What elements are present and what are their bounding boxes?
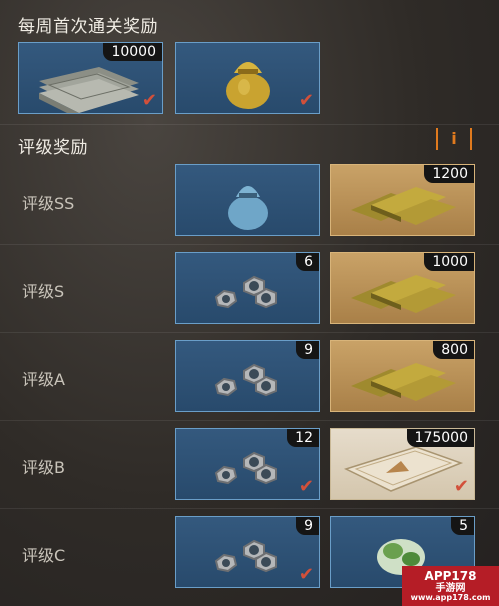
rating-reward-title: 评级奖励 (18, 138, 88, 158)
rating-ss-reward-sack[interactable] (175, 164, 320, 236)
rating-c-nuts-count: 9 (296, 517, 319, 535)
rating-ss-label: 评级SS (22, 194, 75, 213)
claimed-check-icon: ✔ (453, 476, 469, 497)
weekly-reward-cash[interactable]: 10000 ✔ (18, 42, 163, 114)
watermark-line1: APP178 (424, 568, 477, 583)
rating-ss-reward-gold[interactable]: 1200 (330, 164, 475, 236)
rating-b-reward-nuts[interactable]: 12 ✔ (175, 428, 320, 500)
row-divider (0, 508, 499, 509)
rating-a-gold-count: 800 (433, 341, 474, 359)
watermark-line3: www.app178.com (410, 592, 491, 602)
info-button[interactable]: i (436, 128, 472, 150)
rating-a-reward-nuts[interactable]: 9 (175, 340, 320, 412)
rating-a-reward-gold[interactable]: 800 (330, 340, 475, 412)
site-watermark-logo: APP178 手游网 www.app178.com (402, 566, 499, 606)
blue-sack-icon (228, 186, 268, 230)
rating-s-reward-nuts[interactable]: 6 (175, 252, 320, 324)
rating-b-label: 评级B (22, 458, 65, 477)
rating-a-nuts-count: 9 (296, 341, 319, 359)
row-divider (0, 332, 499, 333)
weekly-cash-count: 10000 (103, 43, 162, 61)
rating-b-cert-count: 175000 (406, 429, 474, 447)
claimed-check-icon: ✔ (141, 90, 157, 111)
claimed-check-icon: ✔ (298, 476, 314, 497)
rating-b-reward-certificate[interactable]: 175000 ✔ (330, 428, 475, 500)
rating-b-nuts-count: 12 (287, 429, 319, 447)
rating-s-gold-count: 1000 (424, 253, 474, 271)
claimed-check-icon: ✔ (298, 90, 314, 111)
row-divider (0, 244, 499, 245)
rating-s-nuts-count: 6 (296, 253, 319, 271)
weekly-reward-title: 每周首次通关奖励 (18, 17, 158, 37)
rating-s-reward-gold[interactable]: 1000 (330, 252, 475, 324)
rating-a-label: 评级A (22, 370, 65, 389)
section-divider (0, 124, 499, 125)
weekly-reward-sack[interactable]: ✔ (175, 42, 320, 114)
rating-s-label: 评级S (22, 282, 65, 301)
row-divider (0, 420, 499, 421)
claimed-check-icon: ✔ (298, 564, 314, 585)
rating-c-label: 评级C (22, 546, 66, 565)
rating-ss-gold-count: 1200 (424, 165, 474, 183)
rating-c-item-count: 5 (451, 517, 474, 535)
rating-c-reward-nuts[interactable]: 9 ✔ (175, 516, 320, 588)
